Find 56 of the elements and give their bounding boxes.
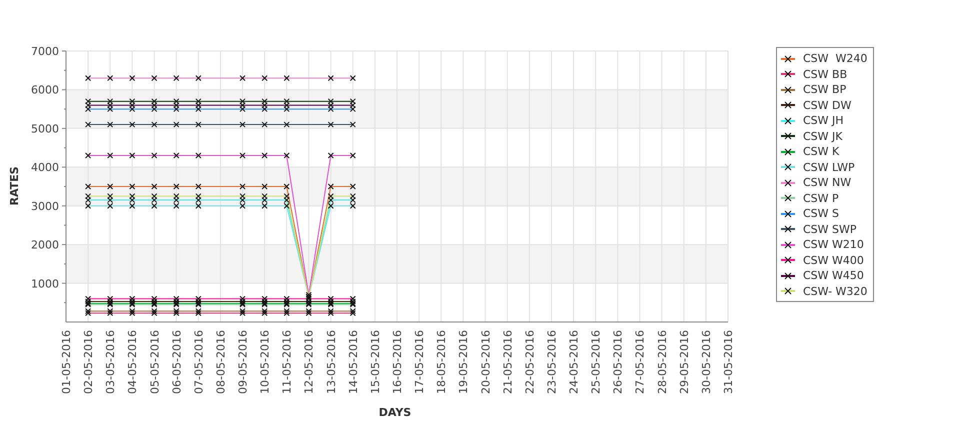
- x-tick-label: 13-05-2016: [324, 330, 338, 394]
- x-tick-label: 09-05-2016: [236, 330, 250, 394]
- x-tick-label: 08-05-2016: [214, 330, 228, 394]
- legend-label: CSW W450: [803, 269, 864, 282]
- x-tick-label: 01-05-2016: [60, 330, 73, 394]
- x-tick-label: 11-05-2016: [280, 330, 294, 394]
- x-tick-label: 20-05-2016: [479, 330, 492, 394]
- y-tick-label: 6000: [31, 84, 59, 97]
- x-tick-label: 03-05-2016: [104, 330, 118, 394]
- x-tick-label: 05-05-2016: [148, 330, 162, 394]
- legend-label: CSW BB: [803, 68, 848, 81]
- x-tick-label: 24-05-2016: [568, 330, 581, 394]
- x-tick-label: 31-05-2016: [722, 330, 735, 394]
- x-tick-label: 17-05-2016: [413, 330, 426, 394]
- y-tick-label: 5000: [31, 122, 59, 136]
- x-tick-label: 15-05-2016: [368, 330, 382, 394]
- x-tick-label: 26-05-2016: [612, 330, 625, 394]
- y-tick-label: 3000: [31, 200, 59, 213]
- x-tick-label: 27-05-2016: [634, 330, 647, 394]
- x-tick-label: 23-05-2016: [545, 330, 558, 394]
- x-tick-label: 02-05-2016: [82, 330, 96, 394]
- y-tick-label: 7000: [31, 45, 59, 58]
- legend-label: CSW NW: [803, 176, 852, 190]
- x-axis-title: DAYS: [378, 406, 412, 419]
- x-tick-label: 18-05-2016: [435, 330, 448, 394]
- legend-label: CSW W240: [803, 52, 868, 66]
- x-tick-label: 21-05-2016: [501, 330, 514, 394]
- y-tick-label: 2000: [31, 238, 59, 252]
- legend-label: CSW JK: [803, 130, 842, 143]
- x-tick-label: 25-05-2016: [590, 330, 603, 394]
- x-tick-label: 22-05-2016: [523, 330, 536, 394]
- x-tick-label: 16-05-2016: [391, 330, 404, 394]
- y-axis-title: RATES: [8, 166, 21, 206]
- x-tick-label: 30-05-2016: [700, 330, 713, 394]
- legend-label: CSW P: [803, 192, 839, 205]
- x-tick-label: 10-05-2016: [258, 330, 272, 394]
- y-tick-label: 4000: [31, 161, 59, 174]
- x-tick-label: 19-05-2016: [457, 330, 470, 394]
- x-tick-label: 28-05-2016: [656, 330, 669, 394]
- legend-label: CSW SWP: [803, 222, 857, 236]
- x-tick-label: 29-05-2016: [678, 330, 691, 394]
- legend-label: CSW DW: [803, 98, 852, 112]
- x-tick-label: 06-05-2016: [170, 330, 184, 394]
- x-tick-label: 04-05-2016: [126, 330, 140, 394]
- legend-label: CSW S: [803, 207, 840, 220]
- legend-label: CSW W400: [803, 254, 864, 267]
- legend-label: CSW K: [803, 145, 840, 158]
- y-tick-label: 1000: [31, 277, 59, 290]
- x-tick-label: 07-05-2016: [192, 330, 206, 394]
- legend-label: CSW JH: [803, 114, 844, 128]
- x-tick-label: 12-05-2016: [302, 330, 316, 394]
- legend-label: CSW LWP: [803, 160, 855, 174]
- x-tick-label: 14-05-2016: [346, 330, 360, 394]
- legend-label: CSW- W320: [803, 284, 868, 298]
- legend-label: CSW BP: [803, 83, 846, 96]
- legend-label: CSW W210: [803, 238, 864, 252]
